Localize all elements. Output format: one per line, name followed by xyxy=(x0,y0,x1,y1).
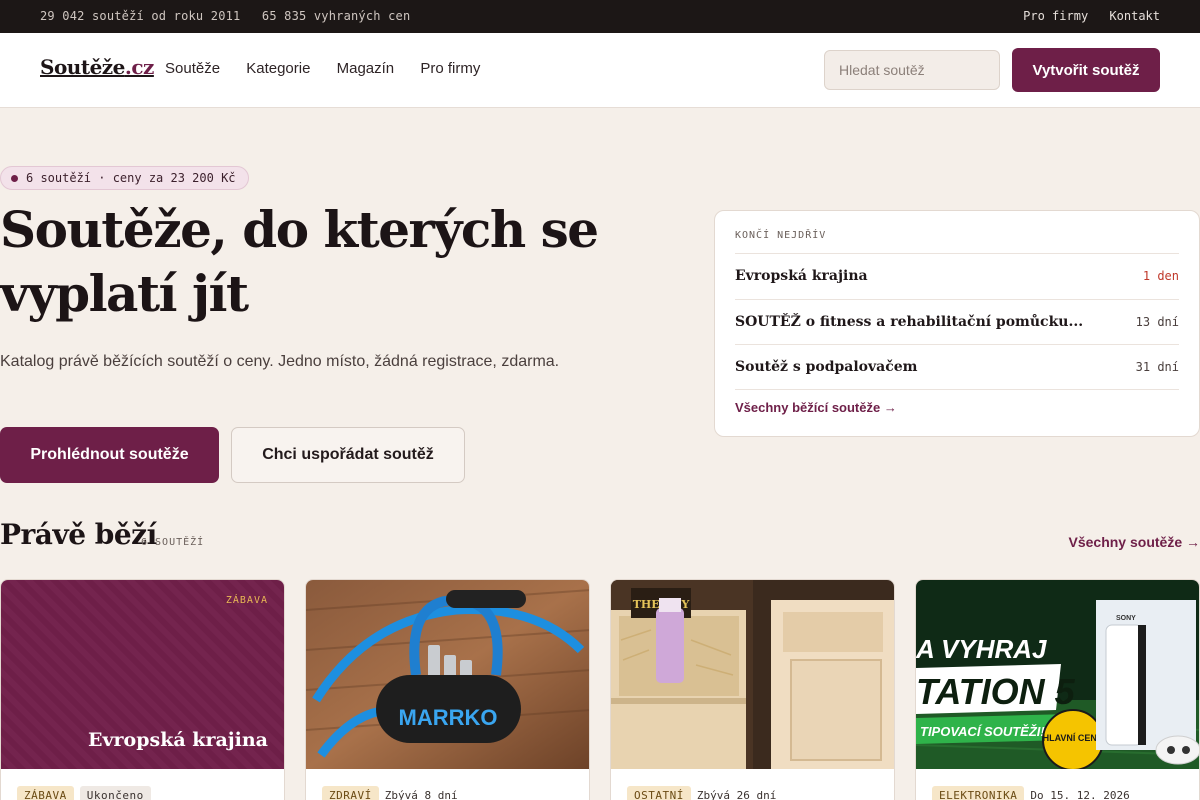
site-stats: 29 042 soutěží od roku 2011 65 835 vyhra… xyxy=(40,9,424,23)
prize-badge: HLAVNÍ CENA xyxy=(1043,733,1104,743)
card-tags: ELEKTRONIKA Do 15. 12. 2026 xyxy=(932,786,1130,800)
brand-label: MARRKO xyxy=(399,705,498,730)
card-image: THE KEY xyxy=(611,580,894,769)
section-count: 6 SOUTĚŽÍ xyxy=(141,537,205,548)
search-input[interactable] xyxy=(824,50,1000,90)
console-promo-image: A VYHRAJ TATION 5 TIPOVACÍ SOUTĚŽI! HLAV… xyxy=(916,580,1199,769)
card-cover-category: ZÁBAVA xyxy=(225,595,268,606)
logo-main: Soutěže xyxy=(40,55,125,79)
card-cover-title: Evropská krajina xyxy=(88,729,268,751)
stat-contests: 29 042 soutěží od roku 2011 xyxy=(40,9,241,23)
deadline-date: Do 15. 12. 2026 xyxy=(1030,789,1130,800)
ending-item[interactable]: Soutěž s podpalovačem 31 dní xyxy=(735,344,1179,389)
browse-contests-button[interactable]: Prohlédnout soutěže xyxy=(0,427,219,483)
site-logo[interactable]: Soutěže.cz xyxy=(40,55,154,79)
category-tag: ELEKTRONIKA xyxy=(932,786,1025,800)
top-links: Pro firmy Kontakt xyxy=(1009,9,1160,23)
banner-line-1: A VYHRAJ xyxy=(916,634,1047,664)
category-tag: OSTATNÍ xyxy=(627,786,691,800)
create-contest-button[interactable]: Vytvořit soutěž xyxy=(1012,48,1160,92)
ending-item-remaining: 13 dní xyxy=(1135,315,1179,329)
nav-item-business[interactable]: Pro firmy xyxy=(420,60,480,77)
remaining-time: Zbývá 26 dní xyxy=(696,789,777,800)
nav-item-categories[interactable]: Kategorie xyxy=(246,60,310,77)
category-tag: ZDRAVÍ xyxy=(322,786,379,800)
organize-contest-button[interactable]: Chci uspořádat soutěž xyxy=(231,427,465,483)
contest-card[interactable]: A VYHRAJ TATION 5 TIPOVACÍ SOUTĚŽI! HLAV… xyxy=(915,579,1200,800)
ending-item-remaining: 31 dní xyxy=(1135,360,1179,374)
top-link-business[interactable]: Pro firmy xyxy=(1023,9,1088,23)
stats-pill: 6 soutěží · ceny za 23 200 Kč xyxy=(0,166,249,190)
ending-item[interactable]: SOUTĚŽ o fitness a rehabilitační pomůcku… xyxy=(735,299,1179,344)
hero-subtitle: Katalog právě běžících soutěží o ceny. J… xyxy=(0,353,560,370)
contest-card[interactable]: ZÁBAVA Evropská krajina ZÁBAVA Ukončeno xyxy=(0,579,285,800)
crate-product-image: THE KEY xyxy=(611,580,894,769)
ending-soon-label: KONČÍ NEJDŘÍV xyxy=(735,230,827,241)
top-bar: 29 042 soutěží od roku 2011 65 835 vyhra… xyxy=(0,0,1200,33)
ending-soon-card: KONČÍ NEJDŘÍV Evropská krajina 1 den SOU… xyxy=(714,210,1200,437)
top-link-contact[interactable]: Kontakt xyxy=(1109,9,1160,23)
ending-item-name: Soutěž s podpalovačem xyxy=(735,359,918,375)
card-image: A VYHRAJ TATION 5 TIPOVACÍ SOUTĚŽI! HLAV… xyxy=(916,580,1199,769)
contest-card[interactable]: THE KEY OSTATNÍ Zbývá 26 dní xyxy=(610,579,895,800)
card-cover: ZÁBAVA Evropská krajina xyxy=(1,580,284,769)
card-image: MARRKO xyxy=(306,580,589,769)
hero-title: Soutěže, do kterých se vyplatí jít xyxy=(0,200,599,323)
category-tag: ZÁBAVA xyxy=(17,786,74,800)
card-tags: ZÁBAVA Ukončeno xyxy=(17,786,157,800)
all-running-link[interactable]: Všechny běžící soutěže → xyxy=(735,400,897,415)
banner-line-3: TIPOVACÍ SOUTĚŽI! xyxy=(920,724,1045,739)
ending-item-name: SOUTĚŽ o fitness a rehabilitační pomůcku… xyxy=(735,314,1084,330)
fitness-product-image: MARRKO xyxy=(306,580,589,769)
status-dot xyxy=(11,174,18,182)
main-nav: Soutěže Kategorie Magazín Pro firmy xyxy=(165,60,502,77)
all-contests-link[interactable]: Všechny soutěže → xyxy=(1069,534,1200,550)
logo-tld: .cz xyxy=(124,55,155,79)
contest-card[interactable]: MARRKO ZDRAVÍ Zbývá 8 dní xyxy=(305,579,590,800)
ending-item-name: Evropská krajina xyxy=(735,268,868,284)
nav-item-contests[interactable]: Soutěže xyxy=(165,60,220,77)
pill-text: 6 soutěží · ceny za 23 200 Kč xyxy=(26,171,236,185)
sony-label: SONY xyxy=(1116,615,1136,622)
divider xyxy=(735,389,1179,390)
card-tags: ZDRAVÍ Zbývá 8 dní xyxy=(322,786,458,800)
section-title: Právě běží xyxy=(0,518,157,551)
stat-prizes: 65 835 vyhraných cen xyxy=(261,9,411,23)
nav-item-magazine[interactable]: Magazín xyxy=(337,60,395,77)
status-badge: Ukončeno xyxy=(79,786,151,800)
ending-item-remaining: 1 den xyxy=(1142,269,1179,283)
card-tags: OSTATNÍ Zbývá 26 dní xyxy=(627,786,776,800)
remaining-time: Zbývá 8 dní xyxy=(384,789,458,800)
ending-item[interactable]: Evropská krajina 1 den xyxy=(735,253,1179,298)
site-header: Soutěže.cz Soutěže Kategorie Magazín Pro… xyxy=(0,33,1200,108)
banner-line-2: TATION 5 xyxy=(916,671,1076,712)
